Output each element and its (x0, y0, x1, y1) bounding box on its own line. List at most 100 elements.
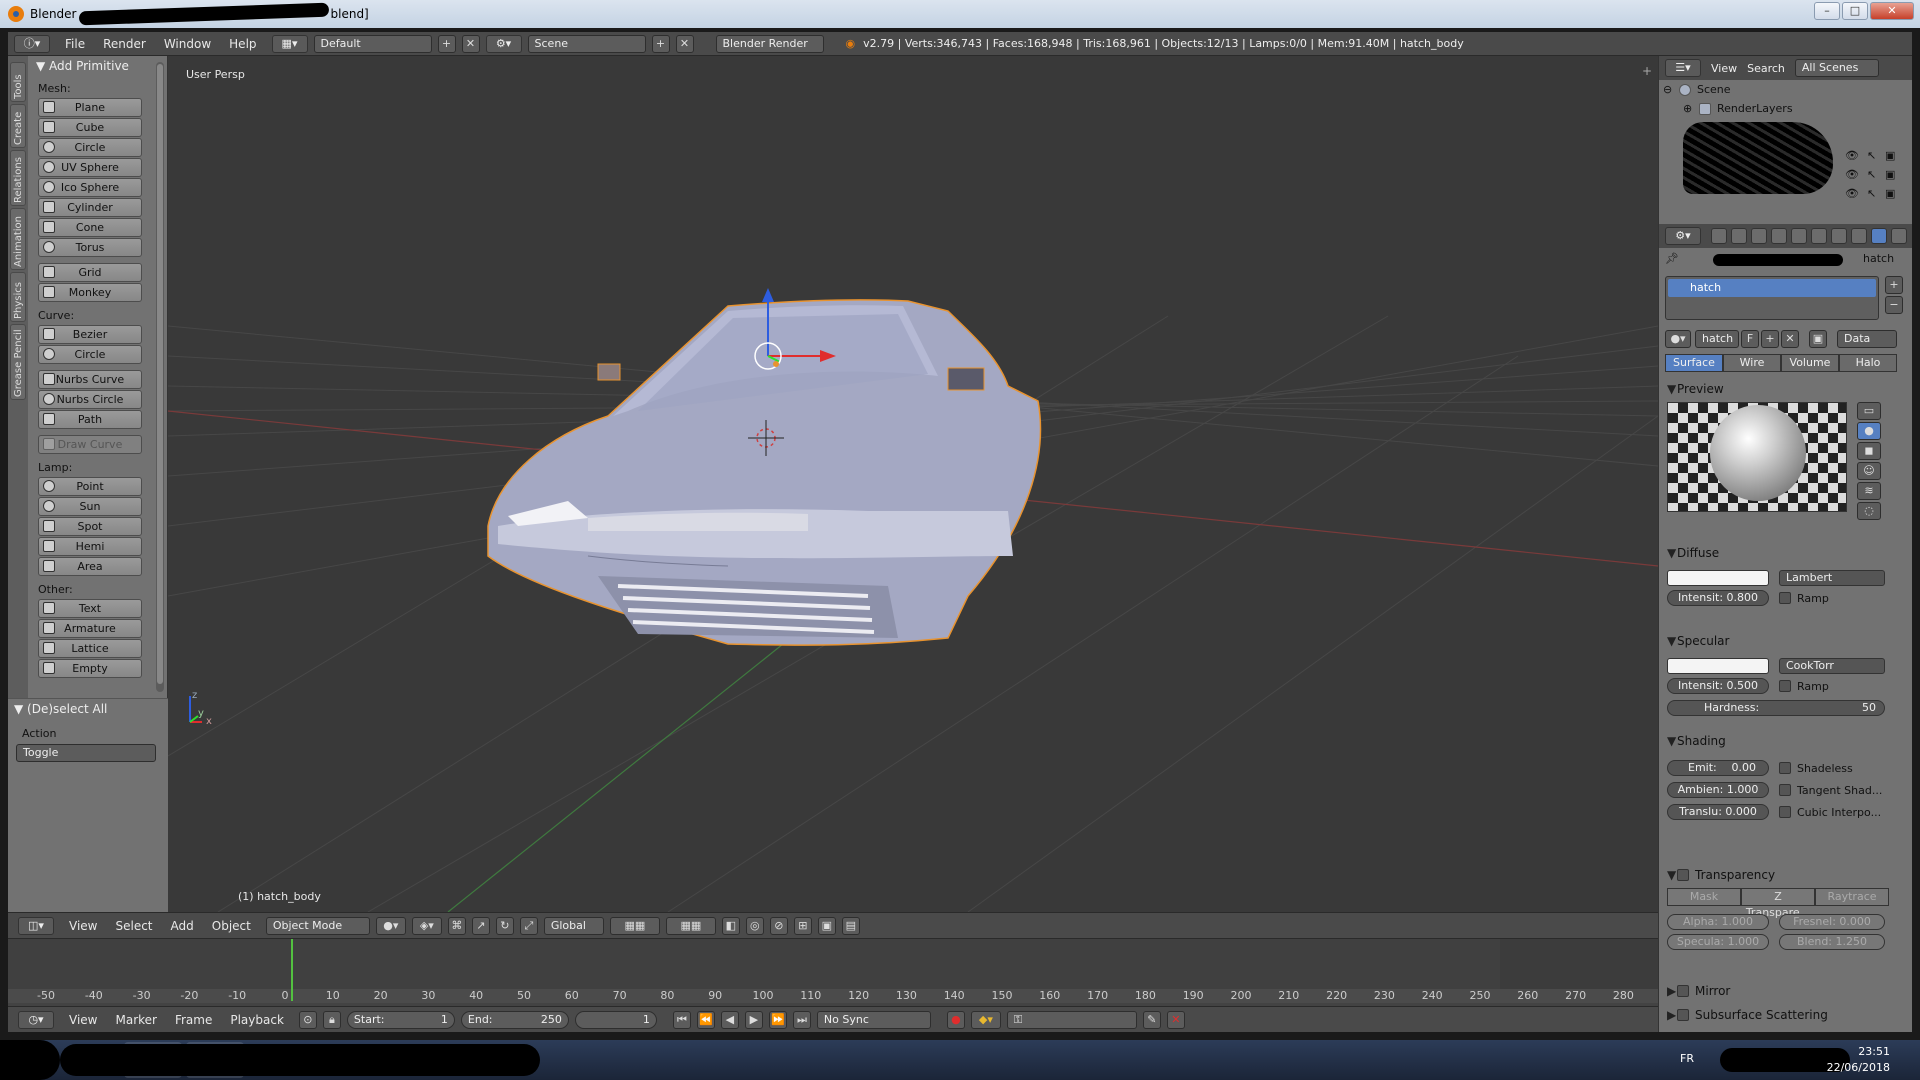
proportional-edit-icon[interactable]: ◎ (745, 916, 764, 935)
outliner-menu-view[interactable]: View (1711, 62, 1737, 75)
remove-layout-icon[interactable]: ✕ (461, 34, 480, 53)
scene-icon[interactable]: ⚙▾ (485, 34, 522, 53)
draw-curve-button[interactable]: Draw Curve (38, 435, 142, 454)
fresnel-field[interactable]: Fresnel: 0.000 (1779, 914, 1885, 930)
sss-checkbox[interactable] (1677, 1009, 1689, 1021)
viewport-editor-type-button[interactable]: ◫▾ (18, 916, 54, 935)
mirror-checkbox[interactable] (1677, 985, 1689, 997)
keying-set-icon[interactable]: ◆▾ (970, 1010, 1001, 1029)
world-context-icon[interactable] (1771, 228, 1787, 244)
add-scene-icon[interactable]: + (651, 34, 670, 53)
data-context-icon[interactable] (1851, 228, 1867, 244)
preview-monkey-icon[interactable]: ☺ (1857, 462, 1881, 480)
diffuse-shader-dropdown[interactable]: Lambert (1779, 570, 1885, 586)
menu-file[interactable]: File (56, 37, 94, 51)
timeline-playhead[interactable] (291, 939, 293, 1001)
mask-mode[interactable]: Mask (1667, 888, 1741, 906)
specular-color-swatch[interactable] (1667, 658, 1769, 674)
tab-wire[interactable]: Wire (1723, 354, 1781, 372)
add-torus-button[interactable]: Torus (38, 238, 142, 257)
jump-end-icon[interactable]: ⏭ (792, 1010, 811, 1029)
add-nurbs-circle-button[interactable]: Nurbs Circle (38, 390, 142, 409)
start-button[interactable] (0, 1040, 60, 1080)
transparency-checkbox[interactable] (1677, 869, 1689, 881)
add-cone-button[interactable]: Cone (38, 218, 142, 237)
timeline-editor-type-button[interactable]: ◷▾ (18, 1010, 54, 1029)
remove-slot-icon[interactable]: − (1885, 296, 1903, 314)
renderability-camera-icon[interactable]: ▣ ▣ ▣ (1885, 146, 1895, 203)
z-transparency-mode[interactable]: Z Transpare... (1741, 888, 1815, 919)
material-context-icon[interactable] (1871, 228, 1887, 244)
close-button[interactable]: ✕ (1870, 2, 1914, 20)
timeline[interactable]: -50 -40 -30 -20 -10 0 10 20 30 40 50 60 70 80 90 100 110… (8, 938, 1658, 1012)
rotate-manipulator-icon[interactable]: ↻ (495, 916, 514, 935)
tl-menu-marker[interactable]: Marker (106, 1013, 165, 1027)
pivot-point-icon[interactable]: ◈▾ (411, 916, 442, 935)
fake-user-button[interactable]: F (1741, 330, 1759, 348)
add-monkey-button[interactable]: Monkey (38, 283, 142, 302)
jump-start-icon[interactable]: ⏮ (672, 1010, 691, 1029)
preview-hair-icon[interactable]: ≋ (1857, 482, 1881, 500)
mode-dropdown[interactable]: Object Mode (265, 916, 370, 935)
specular-intensity-field[interactable]: Intensit: 0.500 (1667, 678, 1769, 694)
emit-field[interactable]: Emit: 0.00 (1667, 760, 1769, 776)
preview-range-icon[interactable]: ⊙ (298, 1010, 317, 1029)
current-frame-field[interactable]: 1 (574, 1010, 657, 1029)
cubic-interpolation-checkbox[interactable] (1779, 806, 1791, 818)
sss-panel[interactable]: ▶ Subsurface Scattering (1667, 1004, 1907, 1024)
collapse-triangle-icon[interactable]: ▼ (14, 702, 27, 716)
collapse-triangle-icon[interactable]: ▼ (1667, 730, 1677, 752)
end-frame-field[interactable]: End: 250 (460, 1010, 569, 1029)
add-bezier-circle-button[interactable]: Circle (38, 345, 142, 364)
manipulator-toggle-icon[interactable]: ⌘ (447, 916, 466, 935)
lock-range-icon[interactable]: 🔒︎ (322, 1010, 341, 1029)
collapse-triangle-icon[interactable]: ▼ (36, 59, 49, 73)
vp-menu-add[interactable]: Add (162, 919, 203, 933)
scene-context-icon[interactable] (1751, 228, 1767, 244)
add-hemi-lamp-button[interactable]: Hemi (38, 537, 142, 556)
selectability-arrow-icon[interactable]: ↖ ↖ ↖ (1867, 146, 1876, 203)
3d-viewport[interactable]: User Persp z y x (1) hatch_body + (168, 56, 1658, 912)
add-circle-button[interactable]: Circle (38, 138, 142, 157)
outliner-editor-type-button[interactable]: ☰▾ (1665, 59, 1701, 77)
tl-menu-view[interactable]: View (60, 1013, 106, 1027)
diffuse-ramp-checkbox[interactable] (1779, 592, 1791, 604)
material-browse-icon[interactable]: ●▾ (1665, 330, 1691, 348)
material-name-field[interactable]: hatch (1695, 330, 1739, 348)
tab-halo[interactable]: Halo (1839, 354, 1897, 372)
opengl-render-icon[interactable]: ▣ (817, 916, 836, 935)
tab-grease-pencil[interactable]: Grease Pencil (10, 324, 26, 400)
visibility-eye-icon[interactable]: 👁︎ 👁︎ 👁︎ (1845, 146, 1859, 203)
layers-block-2-icon[interactable]: ▦▦ (665, 916, 716, 935)
record-icon[interactable]: ● (946, 1010, 965, 1029)
tl-menu-frame[interactable]: Frame (166, 1013, 221, 1027)
ambient-field[interactable]: Ambien: 1.000 (1667, 782, 1769, 798)
texture-context-icon[interactable] (1891, 228, 1907, 244)
render-layers-context-icon[interactable] (1731, 228, 1747, 244)
vp-menu-select[interactable]: Select (106, 919, 161, 933)
sync-dropdown[interactable]: No Sync (816, 1010, 931, 1029)
properties-editor-type-button[interactable]: ⚙▾ (1665, 227, 1701, 245)
tab-volume[interactable]: Volume (1781, 354, 1839, 372)
add-bezier-button[interactable]: Bezier (38, 325, 142, 344)
snap-toggle-icon[interactable]: ⊘ (769, 916, 788, 935)
preview-sky-icon[interactable]: ◌ (1857, 502, 1881, 520)
tool-shelf-scrollbar[interactable] (156, 62, 164, 692)
system-clock[interactable]: 23:51 22/06/2018 (1827, 1044, 1890, 1076)
car-model[interactable] (487, 299, 1042, 646)
link-data-dropdown[interactable]: Data (1837, 330, 1897, 348)
node-material-icon[interactable]: ▣ (1809, 330, 1827, 348)
specular-shader-dropdown[interactable]: CookTorr (1779, 658, 1885, 674)
render-engine-dropdown[interactable]: Blender Render (715, 34, 824, 53)
constraints-context-icon[interactable] (1811, 228, 1827, 244)
collapse-triangle-icon[interactable]: ▼ (1667, 630, 1677, 652)
add-armature-button[interactable]: Armature (38, 619, 142, 638)
render-context-icon[interactable] (1711, 228, 1727, 244)
add-area-lamp-button[interactable]: Area (38, 557, 142, 576)
expand-triangle-icon[interactable]: ▶ (1667, 980, 1677, 1002)
hardness-field[interactable]: Hardness: 50 (1667, 700, 1885, 716)
vp-menu-view[interactable]: View (60, 919, 106, 933)
tab-create[interactable]: Create (10, 104, 26, 148)
specular-ramp-checkbox[interactable] (1779, 680, 1791, 692)
add-path-button[interactable]: Path (38, 410, 142, 429)
